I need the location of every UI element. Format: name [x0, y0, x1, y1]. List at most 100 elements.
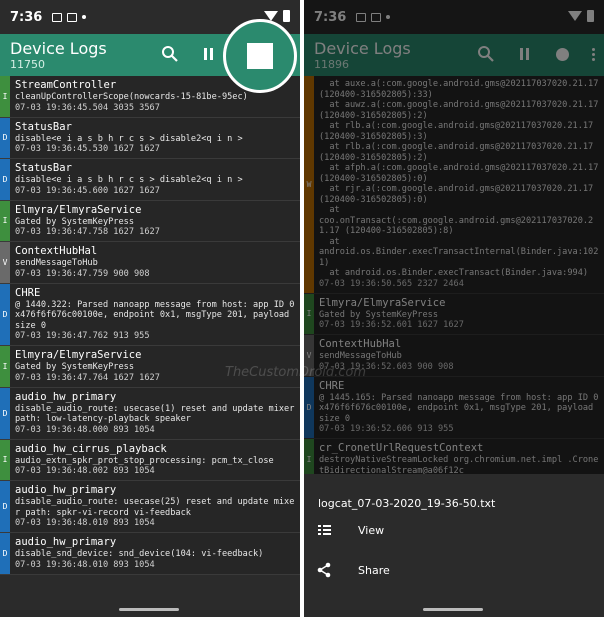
more-options-icon[interactable] [588, 42, 598, 66]
log-entry[interactable]: Daudio_hw_primary disable_audio_route: us… [0, 387, 300, 440]
log-timestamp: 07-03 19:36:48.010 893 1054 [15, 518, 155, 528]
share-label: Share [358, 563, 390, 577]
share-icon [304, 562, 348, 578]
pause-icon[interactable] [196, 42, 220, 66]
log-level-indicator: D [0, 533, 10, 574]
log-tag: cr_CronetUrlRequestContext [319, 442, 484, 454]
log-entry[interactable]: V ContextHubHal sendMessageToHub 07-03 19:3… [0, 242, 300, 284]
log-message: disable<e i a s b h r c s > disable2<q i… [15, 175, 243, 185]
log-tag: ContextHubHal [15, 245, 98, 257]
log-level-indicator: I [0, 346, 10, 387]
log-entry[interactable]: Daudio_hw_primary disable_audio_route: us… [0, 481, 300, 533]
log-level-indicator: I [304, 293, 314, 334]
log-tag: audio_hw_primary [15, 536, 117, 548]
log-timestamp: 07-03 19:36:50.565 2327 2464 [319, 278, 464, 289]
log-message: audio_extn_spkr_prot_stop_processing: pc… [15, 455, 274, 466]
log-filename: logcat_07-03-2020_19-36-50.txt [318, 497, 496, 510]
more-notifications-icon [386, 15, 391, 19]
log-message: sendMessageToHub [15, 258, 98, 268]
gesture-nav-bar[interactable] [423, 608, 483, 611]
stop-icon [247, 43, 273, 69]
gesture-nav-bar[interactable] [119, 608, 179, 611]
stop-recording-button[interactable] [223, 19, 297, 93]
log-entry[interactable]: D StatusBar disable<e i a s b h r c s > di… [0, 159, 300, 201]
bottom-sheet: logcat_07-03-2020_19-36-50.txt View Shar… [304, 474, 604, 617]
log-timestamp: 07-03 19:36:48.010 893 1054 [15, 559, 155, 570]
log-message: disable_snd_device: snd_device(104: vi-f… [15, 549, 264, 559]
view-label: View [358, 523, 385, 537]
log-level-indicator: D [304, 376, 314, 438]
notification-icon [356, 12, 367, 22]
battery-icon [283, 10, 290, 22]
log-message: disable_audio_route: usecase(1) reset an… [15, 403, 300, 425]
log-entry[interactable]: W at auxe.a(:com.google.android.gms@2021… [304, 76, 604, 294]
wifi-icon [568, 11, 582, 21]
watermark: TheCustomDroid.com [225, 365, 367, 380]
log-timestamp: 07-03 19:36:47.759 900 908 [15, 268, 150, 279]
status-time: 7:36 [10, 9, 43, 25]
system-icons [568, 10, 594, 22]
notification-icons [52, 12, 87, 22]
search-icon[interactable] [158, 42, 182, 66]
log-tag: Elmyra/ElmyraService [15, 203, 142, 216]
list-icon [304, 525, 348, 535]
phone-screen-right: 7:36 Device Logs 11896 W at auxe.a(:com.… [304, 0, 604, 617]
log-message: disable<e i a s b h r c s > disable2<q i… [15, 133, 243, 144]
phone-screen-left: 7:36 Device Logs 11750 I StreamController… [0, 0, 300, 617]
log-timestamp: 07-03 19:36:47.762 913 955 [15, 331, 150, 341]
log-tag: ContextHubHal [319, 338, 402, 350]
log-message: sendMessageToHub [319, 351, 402, 361]
log-timestamp: 07-03 19:36:52.606 913 955 [319, 424, 454, 434]
log-message: at auxe.a(:com.google.android.gms@202117… [319, 79, 599, 278]
record-icon[interactable] [550, 42, 574, 66]
log-tag: audio_hw_cirrus_playback [15, 442, 167, 455]
log-list[interactable]: I StreamController cleanUpControllerScope(… [0, 76, 300, 617]
log-tag: Elmyra/ElmyraService [319, 296, 446, 309]
log-entry[interactable]: D StatusBar disable<e i a s b h r c s > di… [0, 117, 300, 159]
battery-icon [587, 10, 594, 22]
log-tag: CHRE [319, 379, 345, 392]
image-notification-icon [67, 12, 78, 22]
log-level-indicator: I [0, 439, 10, 480]
log-timestamp: 07-03 19:36:47.758 1627 1627 [15, 227, 160, 237]
log-level-indicator: D [0, 283, 10, 345]
log-level-indicator: D [0, 117, 10, 158]
log-message: @ 1440.322: Parsed nanoapp message from … [15, 299, 295, 331]
pause-icon[interactable] [512, 42, 536, 66]
log-message: disable_audio_route: usecase(25) reset a… [15, 497, 295, 518]
status-bar: 7:36 [304, 0, 604, 34]
status-time: 7:36 [314, 9, 347, 25]
log-timestamp: 07-03 19:36:45.504 3035 3567 [15, 102, 160, 113]
log-entry[interactable]: D CHRE @ 1445.165: Parsed nanoapp message … [304, 376, 604, 439]
share-option[interactable]: Share [304, 550, 604, 590]
log-timestamp: 07-03 19:36:48.000 893 1054 [15, 424, 155, 435]
log-timestamp: 07-03 19:36:48.002 893 1054 [15, 466, 155, 476]
log-entry[interactable]: Daudio_hw_primary disable_snd_device: snd… [0, 533, 300, 575]
log-tag: audio_hw_primary [15, 390, 117, 403]
log-tag: Elmyra/ElmyraService [15, 349, 142, 361]
log-message: Gated by SystemKeyPress [319, 309, 438, 320]
log-message: @ 1445.165: Parsed nanoapp message from … [319, 392, 599, 424]
view-option[interactable]: View [304, 510, 604, 550]
log-entry[interactable]: I Elmyra/ElmyraService Gated by SystemKeyP… [0, 200, 300, 242]
log-level-indicator: V [0, 242, 10, 283]
log-message: cleanUpControllerScope(nowcards-15-81be-… [15, 92, 248, 102]
log-level-indicator: I [304, 439, 314, 479]
search-icon[interactable] [474, 42, 498, 66]
log-entry[interactable]: Iaudio_hw_cirrus_playback audio_extn_spkr… [0, 439, 300, 481]
log-level-indicator: I [0, 200, 10, 241]
log-tag: StatusBar [15, 120, 72, 133]
app-bar: Device Logs 11896 [304, 34, 604, 76]
log-timestamp: 07-03 19:36:45.600 1627 1627 [15, 185, 160, 196]
more-notifications-icon [82, 15, 87, 19]
image-notification-icon [371, 12, 382, 22]
log-level-indicator: D [0, 387, 10, 439]
notification-icons [356, 12, 391, 22]
log-level-indicator: D [0, 481, 10, 532]
log-message: Gated by SystemKeyPress [15, 216, 134, 227]
log-level-indicator: W [304, 76, 314, 293]
log-entry[interactable]: I Elmyra/ElmyraService Gated by SystemKeyP… [304, 293, 604, 335]
log-message: destroyNativeStreamLocked org.chromium.n… [319, 455, 599, 476]
log-entry[interactable]: D CHRE @ 1440.322: Parsed nanoapp message … [0, 283, 300, 346]
log-tag: audio_hw_primary [15, 484, 117, 496]
